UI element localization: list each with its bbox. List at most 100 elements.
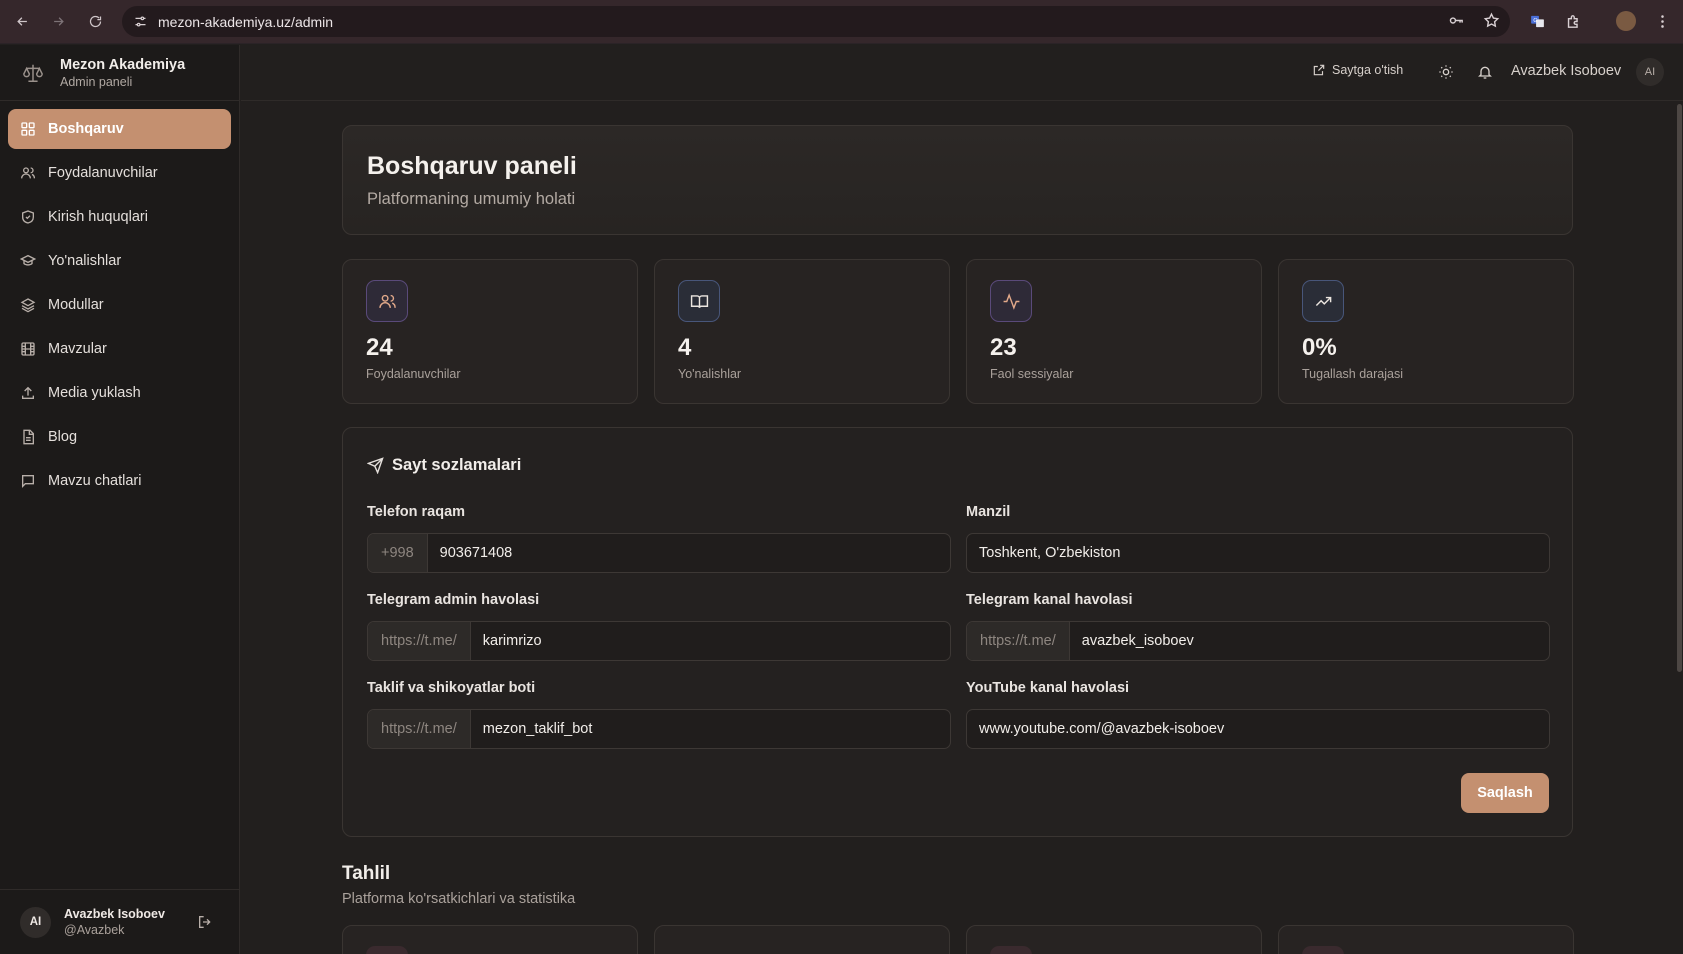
analytics-card-icon (990, 946, 1032, 954)
stat-card-sessions: 23 Faol sessiyalar (966, 259, 1262, 404)
address-input[interactable]: Toshkent, O'zbekiston (967, 545, 1120, 561)
telegram-admin-field[interactable]: https://t.me/ karimrizo (367, 621, 951, 661)
avatar[interactable]: AI (20, 906, 51, 938)
sidebar-item-foydalanuvchilar[interactable]: Foydalanuvchilar (8, 153, 231, 193)
scales-logo-icon (23, 64, 43, 82)
address-bar[interactable]: mezon-akademiya.uz/admin (122, 6, 1510, 37)
stat-card-directions: 4 Yo'nalishlar (654, 259, 950, 404)
telegram-admin-label: Telegram admin havolasi (367, 592, 540, 608)
graduation-cap-icon (20, 254, 36, 266)
sidebar-item-mavzu-chatlari[interactable]: Mavzu chatlari (8, 461, 231, 501)
site-settings-icon[interactable] (130, 12, 150, 32)
save-button[interactable]: Saqlash (1461, 773, 1549, 813)
analytics-card-icon (366, 946, 408, 954)
page-subtitle: Platformaning umumiy holati (367, 190, 576, 208)
analytics-card (342, 925, 638, 954)
telegram-channel-prefix: https://t.me/ (967, 622, 1070, 660)
youtube-field[interactable]: www.youtube.com/@avazbek-isoboev (966, 709, 1550, 749)
extensions-puzzle-icon[interactable] (1563, 11, 1583, 31)
url-text[interactable]: mezon-akademiya.uz/admin (158, 14, 333, 30)
back-icon[interactable] (11, 10, 33, 32)
sidebar-item-modullar[interactable]: Modullar (8, 285, 231, 325)
avatar[interactable]: AI (1636, 58, 1664, 86)
telegram-admin-input[interactable]: karimrizo (471, 633, 542, 649)
stat-label: Foydalanuvchilar (366, 367, 461, 381)
phone-field[interactable]: +998 903671408 (367, 533, 951, 573)
phone-label: Telefon raqam (367, 504, 466, 520)
sidebar-item-boshqaruv[interactable]: Boshqaruv (8, 109, 231, 149)
trending-up-icon (1302, 280, 1344, 322)
reload-icon[interactable] (84, 10, 106, 32)
bookmark-star-icon[interactable] (1483, 12, 1500, 34)
telegram-channel-label: Telegram kanal havolasi (966, 592, 1133, 608)
go-to-site-link[interactable]: Saytga o'tish (1312, 63, 1403, 77)
telegram-channel-field[interactable]: https://t.me/ avazbek_isoboev (966, 621, 1550, 661)
sidebar-item-label: Mavzular (48, 341, 107, 357)
analytics-title: Tahlil (342, 863, 391, 884)
svg-text:G: G (1533, 18, 1537, 24)
logout-icon[interactable] (197, 914, 213, 930)
feedback-bot-prefix: https://t.me/ (368, 710, 471, 748)
sidebar-item-blog[interactable]: Blog (8, 417, 231, 457)
stat-value: 0% (1302, 334, 1337, 361)
analytics-card-icon (1302, 946, 1344, 954)
document-icon (23, 429, 34, 445)
analytics-card (1278, 925, 1574, 954)
header-user-name[interactable]: Avazbek Isoboev (1511, 63, 1621, 79)
sidebar-user-handle: @Avazbek (64, 923, 125, 937)
brand-subtitle: Admin paneli (60, 74, 133, 89)
dashboard-hero: Boshqaruv paneli Platformaning umumiy ho… (342, 125, 1573, 235)
sidebar-item-kirish-huquqlari[interactable]: Kirish huquqlari (8, 197, 231, 237)
youtube-input[interactable]: www.youtube.com/@avazbek-isoboev (967, 721, 1224, 737)
analytics-card (654, 925, 950, 954)
sidebar-item-label: Blog (48, 429, 78, 445)
password-key-icon[interactable] (1448, 12, 1465, 34)
sidebar-user-name: Avazbek Isoboev (64, 907, 165, 921)
sidebar-item-label: Foydalanuvchilar (48, 165, 158, 181)
feedback-bot-field[interactable]: https://t.me/ mezon_taklif_bot (367, 709, 951, 749)
profile-avatar-icon[interactable] (1616, 11, 1636, 31)
sun-theme-icon[interactable] (1438, 64, 1454, 80)
layers-icon (20, 298, 36, 313)
bell-icon[interactable] (1477, 64, 1493, 80)
sidebar-item-label: Yo'nalishlar (48, 253, 122, 269)
stat-label: Faol sessiyalar (990, 367, 1074, 381)
send-icon (367, 457, 384, 474)
analytics-subtitle: Platforma ko'rsatkichlari va statistika (342, 891, 576, 907)
address-field[interactable]: Toshkent, O'zbekiston (966, 533, 1550, 573)
stat-card-completion: 0% Tugallash darajasi (1278, 259, 1574, 404)
translate-icon[interactable]: G (1527, 11, 1547, 31)
sidebar-item-yonalishlar[interactable]: Yo'nalishlar (8, 241, 231, 281)
phone-input[interactable]: 903671408 (428, 545, 513, 561)
browser-toolbar: mezon-akademiya.uz/admin G (0, 0, 1683, 44)
activity-icon (990, 280, 1032, 322)
users-icon (21, 167, 35, 179)
settings-title: Sayt sozlamalari (367, 456, 521, 475)
film-icon (21, 342, 35, 356)
stat-card-users: 24 Foydalanuvchilar (342, 259, 638, 404)
dashboard-icon (21, 122, 35, 136)
chat-icon (22, 475, 34, 488)
brand-title: Mezon Akademiya (60, 56, 186, 73)
sidebar-item-mavzular[interactable]: Mavzular (8, 329, 231, 369)
sidebar-item-media-yuklash[interactable]: Media yuklash (8, 373, 231, 413)
feedback-bot-input[interactable]: mezon_taklif_bot (471, 721, 593, 737)
scrollbar-thumb[interactable] (1677, 104, 1682, 672)
settings-title-text: Sayt sozlamalari (392, 456, 522, 474)
stat-label: Yo'nalishlar (678, 367, 742, 381)
external-link-icon (1313, 64, 1325, 76)
sidebar: Mezon Akademiya Admin paneli Boshqaruv F… (0, 45, 240, 954)
stat-value: 4 (678, 334, 692, 361)
stat-value: 24 (366, 334, 393, 361)
forward-icon[interactable] (47, 10, 69, 32)
stat-label: Tugallash darajasi (1302, 367, 1403, 381)
telegram-channel-input[interactable]: avazbek_isoboev (1070, 633, 1194, 649)
book-icon (678, 280, 720, 322)
brand[interactable]: Mezon Akademiya Admin paneli (0, 45, 239, 101)
shield-icon (22, 210, 34, 224)
sidebar-item-label: Modullar (48, 297, 104, 313)
browser-menu-icon[interactable] (1652, 11, 1672, 31)
site-settings-card: Sayt sozlamalari Telefon raqam +998 9036… (342, 427, 1573, 837)
telegram-admin-prefix: https://t.me/ (368, 622, 471, 660)
youtube-label: YouTube kanal havolasi (966, 680, 1130, 696)
